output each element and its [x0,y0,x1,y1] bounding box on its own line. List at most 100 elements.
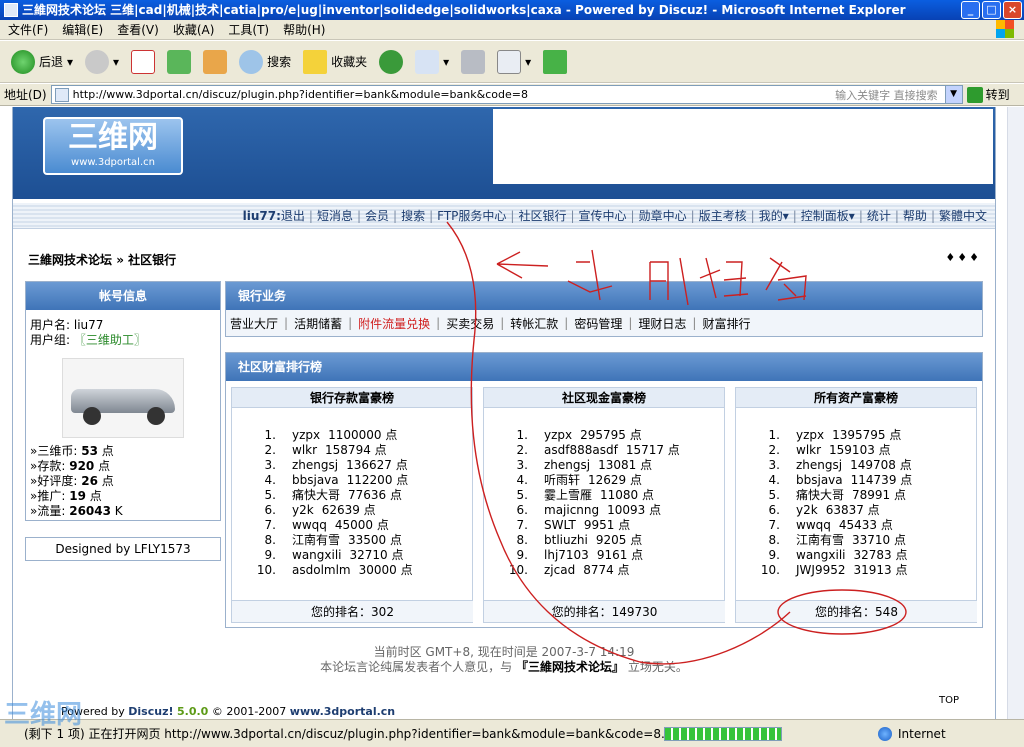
member-name[interactable]: 江南有雪 [796,533,844,547]
rank-value: 8774 点 [583,563,630,577]
member-name[interactable]: 痛快大哥 [292,488,340,502]
nav-help[interactable]: 帮助 [903,207,927,224]
bank-link-log[interactable]: 理财日志 [638,315,686,332]
nav-medals[interactable]: 勋章中心 [639,207,687,224]
back-button[interactable]: 后退 ▾ [8,49,76,74]
messenger-button[interactable] [540,49,570,74]
search-button[interactable]: 搜索 [236,49,294,74]
nav-messages[interactable]: 短消息 [317,207,353,224]
bank-link-trade[interactable]: 买卖交易 [446,315,494,332]
menu-view[interactable]: 查看(V) [117,21,159,38]
edit-button[interactable]: ▾ [494,49,534,74]
nav-username[interactable]: liu77: [243,209,281,223]
menu-tools[interactable]: 工具(T) [228,21,269,38]
nav-members[interactable]: 会员 [365,207,389,224]
chevron-down-icon[interactable]: ▾ [67,55,73,69]
member-name[interactable]: wlkr [796,443,821,457]
member-name[interactable]: wangxili [796,548,846,562]
nav-bank[interactable]: 社区银行 [518,207,566,224]
print-button[interactable] [458,49,488,74]
address-bar: 地址(D) http://www.3dportal.cn/discuz/plug… [0,84,1024,106]
maximize-button[interactable]: □ [982,1,1001,19]
member-name[interactable]: asdolmlm [292,563,351,577]
refresh-button[interactable] [164,49,194,74]
menu-favorites[interactable]: 收藏(A) [173,21,215,38]
member-name[interactable]: wangxili [292,548,342,562]
address-input[interactable]: http://www.3dportal.cn/discuz/plugin.php… [50,85,963,104]
menu-edit[interactable]: 编辑(E) [62,21,103,38]
forward-button[interactable]: ▾ [82,49,122,74]
member-name[interactable]: lhj7103 [544,548,589,562]
member-name[interactable]: y2k [796,503,818,517]
member-name[interactable]: 霎上雪雁 [544,488,592,502]
nav-logout[interactable]: 退出 [281,207,305,224]
nav-search[interactable]: 搜索 [401,207,425,224]
member-name[interactable]: yzpx [544,428,572,442]
member-name[interactable]: zhengsj [292,458,338,472]
menu-help[interactable]: 帮助(H) [283,21,325,38]
back-to-top-link[interactable]: TOP [939,695,959,706]
breadcrumb-forum[interactable]: 三維网技术论坛 [28,253,112,267]
member-name[interactable]: SWLT [544,518,576,532]
bank-link-hall[interactable]: 营业大厅 [230,315,278,332]
list-item: 3. zhengsj 13081 点 [502,458,724,473]
vertical-scrollbar[interactable] [1007,107,1024,719]
chevron-down-icon[interactable]: ▾ [525,55,531,69]
more-icon[interactable]: ♦♦♦ [945,251,981,264]
rank-number: 2. [768,443,780,457]
my-rank-label: 您的排名： [815,605,876,619]
nav-my[interactable]: 我的▾ [759,207,789,224]
bank-link-password[interactable]: 密码管理 [574,315,622,332]
rank-number: 3. [768,458,780,472]
bank-link-ranking[interactable]: 财富排行 [702,315,750,332]
menu-file[interactable]: 文件(F) [8,21,48,38]
history-button[interactable] [376,49,406,74]
member-name[interactable]: btliuzhi [544,533,588,547]
member-name[interactable]: wlkr [292,443,317,457]
ranking-list: 1. yzpx 295795 点 2. asdf888asdf 15717 点 3. zhen… [484,408,724,578]
member-name[interactable]: 江南有雪 [292,533,340,547]
nav-control-panel[interactable]: 控制面板▾ [801,207,855,224]
list-item: 3. zhengsj 149708 点 [754,458,976,473]
bank-link-transfer[interactable]: 转帐汇款 [510,315,558,332]
member-name[interactable]: zjcad [544,563,575,577]
discuz-link[interactable]: Discuz! [128,705,173,718]
rank-number: 1. [516,428,528,442]
member-name[interactable]: bbsjava [292,473,339,487]
member-name[interactable]: 听雨轩 [544,473,580,487]
member-name[interactable]: bbsjava [796,473,843,487]
stop-button[interactable] [128,49,158,74]
close-button[interactable]: × [1003,1,1022,19]
member-name[interactable]: JWJ9952 [796,563,845,577]
chevron-down-icon[interactable]: ▼ [944,86,962,103]
mail-button[interactable]: ▾ [412,49,452,74]
nav-stats[interactable]: 统计 [867,207,891,224]
home-button[interactable] [200,49,230,74]
favorites-button[interactable]: 收藏夹 [300,49,370,74]
member-name[interactable]: yzpx [796,428,824,442]
member-name[interactable]: wwqq [292,518,327,532]
nav-promo[interactable]: 宣传中心 [579,207,627,224]
watermark: 三维网 [4,700,83,730]
bank-link-savings[interactable]: 活期储蓄 [294,315,342,332]
member-name[interactable]: asdf888asdf [544,443,618,457]
chevron-down-icon[interactable]: ▾ [443,55,449,69]
member-name[interactable]: zhengsj [796,458,842,472]
nav-traditional-chinese[interactable]: 繁體中文 [939,207,987,224]
member-name[interactable]: 痛快大哥 [796,488,844,502]
list-item: 7. SWLT 9951 点 [502,518,724,533]
minimize-button[interactable]: _ [961,1,980,19]
nav-ftp[interactable]: FTP服务中心 [437,207,506,224]
chevron-down-icon[interactable]: ▾ [113,55,119,69]
nav-moderator-review[interactable]: 版主考核 [699,207,747,224]
member-name[interactable]: majicnng [544,503,599,517]
rank-number: 5. [516,488,528,502]
go-button[interactable]: 转到 [966,86,1010,103]
member-name[interactable]: zhengsj [544,458,590,472]
bank-link-traffic-exchange[interactable]: 附件流量兑换 [358,315,430,332]
site-logo[interactable]: 三维网 www.3dportal.cn [43,117,183,175]
member-name[interactable]: y2k [292,503,314,517]
member-name[interactable]: yzpx [292,428,320,442]
site-link[interactable]: www.3dportal.cn [290,705,395,718]
member-name[interactable]: wwqq [796,518,831,532]
